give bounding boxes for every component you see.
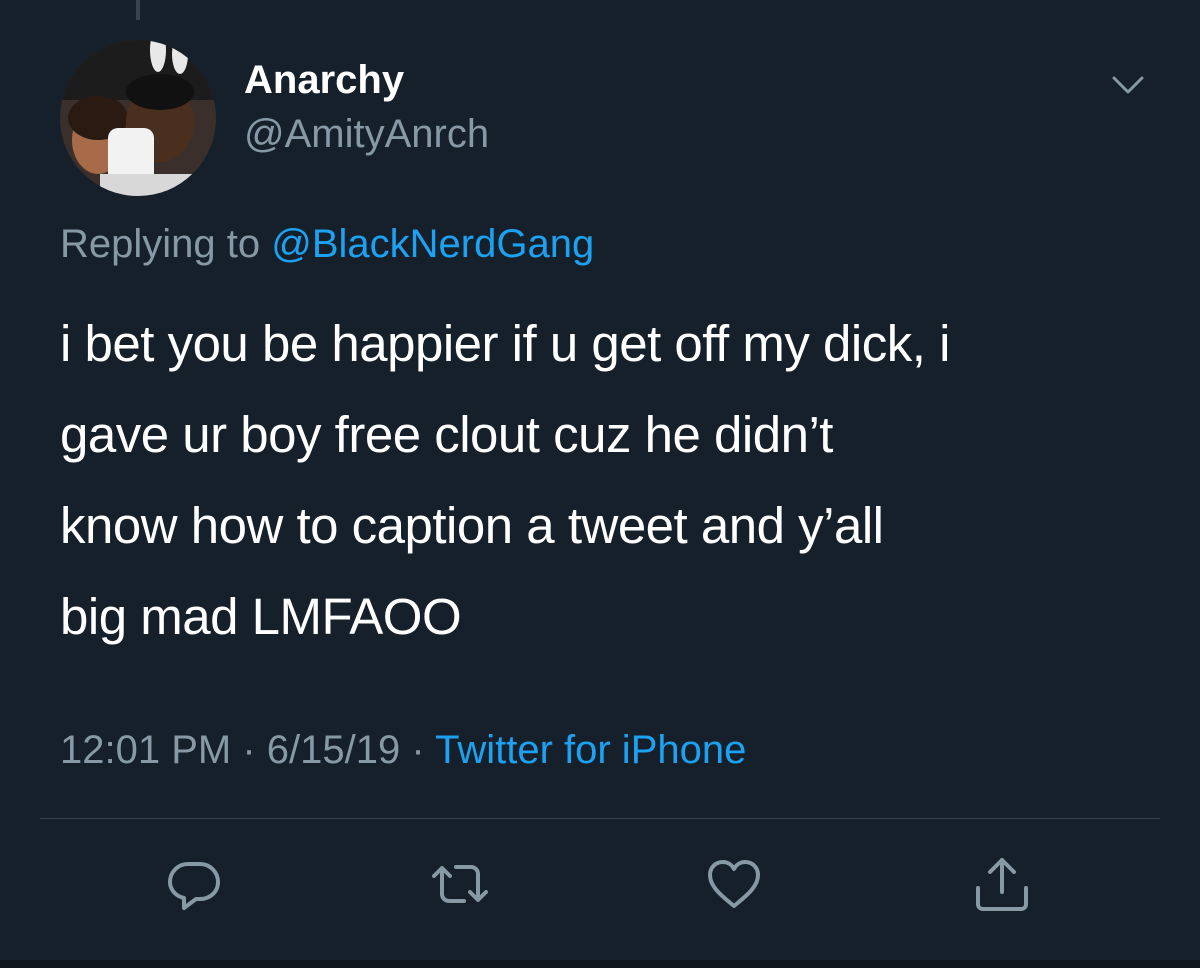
like-icon — [708, 860, 760, 908]
thread-connector-line — [136, 0, 140, 20]
metadata-separator: · — [411, 728, 425, 772]
replying-to-line: Replying to @BlackNerdGang — [60, 218, 594, 270]
chevron-down-icon[interactable] — [1108, 70, 1148, 100]
author-handle[interactable]: @AmityAnrch — [244, 108, 489, 160]
tweet-author: Anarchy @AmityAnrch — [244, 54, 489, 160]
tweet-text: i bet you be happier if u get off my dic… — [60, 298, 1160, 662]
bottom-edge — [0, 960, 1200, 968]
tweet-text-line: gave ur boy free clout cuz he didn’t — [60, 406, 833, 463]
retweet-button[interactable] — [428, 852, 492, 916]
tweet-text-line: big mad LMFAOO — [60, 588, 462, 645]
replying-to-handle-link[interactable]: @BlackNerdGang — [271, 222, 594, 266]
avatar-photo — [60, 40, 216, 196]
share-icon — [976, 858, 1028, 911]
metadata-separator: · — [242, 728, 256, 772]
share-button[interactable] — [970, 852, 1034, 916]
reply-button[interactable] — [162, 852, 226, 916]
replying-to-label: Replying to — [60, 222, 261, 266]
reply-icon — [168, 862, 220, 910]
tweet-text-line: i bet you be happier if u get off my dic… — [60, 315, 950, 372]
tweet-source-link[interactable]: Twitter for iPhone — [435, 728, 746, 772]
tweet-text-line: know how to caption a tweet and y’all — [60, 497, 884, 554]
tweet-date: 6/15/19 — [266, 728, 401, 772]
retweet-icon — [432, 865, 488, 903]
tweet-metadata: 12:01 PM · 6/15/19 · Twitter for iPhone — [60, 724, 746, 776]
author-display-name[interactable]: Anarchy — [244, 54, 489, 106]
like-button[interactable] — [702, 852, 766, 916]
avatar[interactable] — [60, 40, 216, 196]
divider — [40, 818, 1160, 819]
tweet-time: 12:01 PM — [60, 728, 232, 772]
